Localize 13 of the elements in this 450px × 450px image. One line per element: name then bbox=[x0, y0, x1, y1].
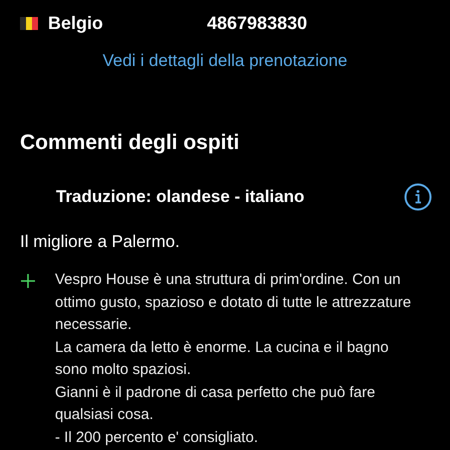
review-text: - Il 200 percento e' consigliato. bbox=[55, 428, 259, 448]
booking-details-link[interactable]: Vedi i dettagli della prenotazione bbox=[102, 49, 348, 73]
translation-label: Traduzione: olandese - italiano bbox=[56, 186, 304, 208]
field-value: Belgio bbox=[48, 12, 104, 35]
field-value: 4867983830 bbox=[207, 12, 308, 35]
review-title: Il migliore a Palermo. bbox=[19, 231, 181, 253]
review-text: Gianni è il padrone di casa perfetto che può fare qualsiasi cosa. bbox=[55, 382, 376, 425]
review-text: La camera da letto è enorme. La cucina e il bagno sono molto spaziosi. bbox=[55, 338, 390, 380]
flag-icon bbox=[20, 16, 38, 30]
section-title: Commenti degli ospiti bbox=[19, 130, 240, 156]
review-text: Vespro House è una struttura di prim'ordine. Con un ottimo gusto, spazioso e dotato di tutte le attrezzature necessarie. bbox=[55, 270, 412, 335]
info-icon[interactable] bbox=[404, 183, 432, 211]
plus-icon bbox=[20, 273, 36, 289]
